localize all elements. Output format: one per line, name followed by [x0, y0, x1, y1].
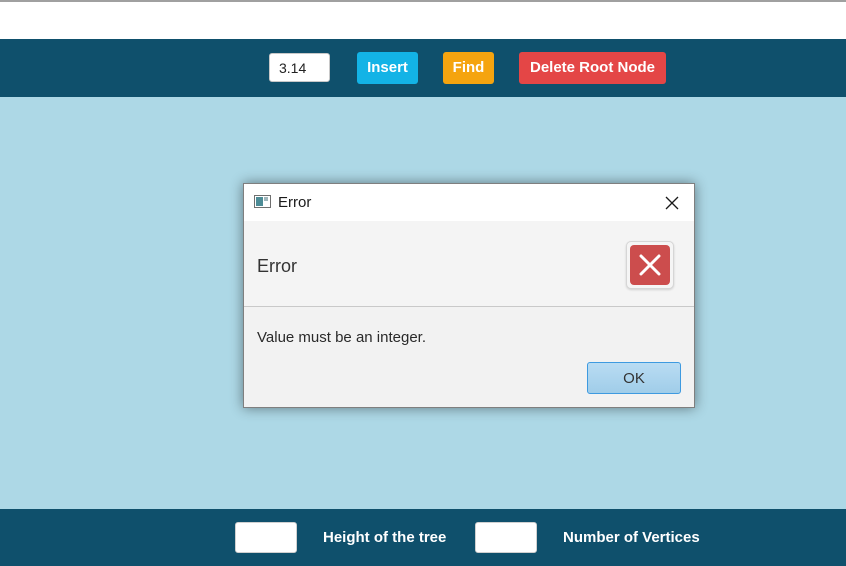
dialog-titlebar[interactable]: Error	[244, 184, 694, 221]
ok-button[interactable]: OK	[587, 362, 681, 394]
value-input[interactable]	[269, 53, 330, 82]
delete-root-node-button[interactable]: Delete Root Node	[519, 52, 666, 84]
dialog-header: Error	[244, 221, 694, 307]
error-dialog: Error Error Value must be an integer. OK	[243, 183, 695, 408]
error-x-icon	[639, 254, 661, 276]
top-blank-strip	[0, 2, 846, 39]
error-message: Value must be an integer.	[257, 329, 426, 346]
error-graphic	[626, 241, 674, 289]
close-icon	[665, 196, 679, 210]
top-toolbar	[0, 39, 846, 97]
app-window-icon	[254, 195, 271, 208]
tree-height-field	[235, 522, 297, 553]
tree-height-label: Height of the tree	[323, 529, 447, 546]
insert-button[interactable]: Insert	[357, 52, 418, 84]
vertex-count-label: Number of Vertices	[563, 529, 700, 546]
close-button[interactable]	[656, 190, 688, 216]
dialog-header-text: Error	[257, 256, 297, 276]
find-button[interactable]: Find	[443, 52, 494, 84]
dialog-title: Error	[278, 194, 312, 211]
vertex-count-field	[475, 522, 537, 553]
